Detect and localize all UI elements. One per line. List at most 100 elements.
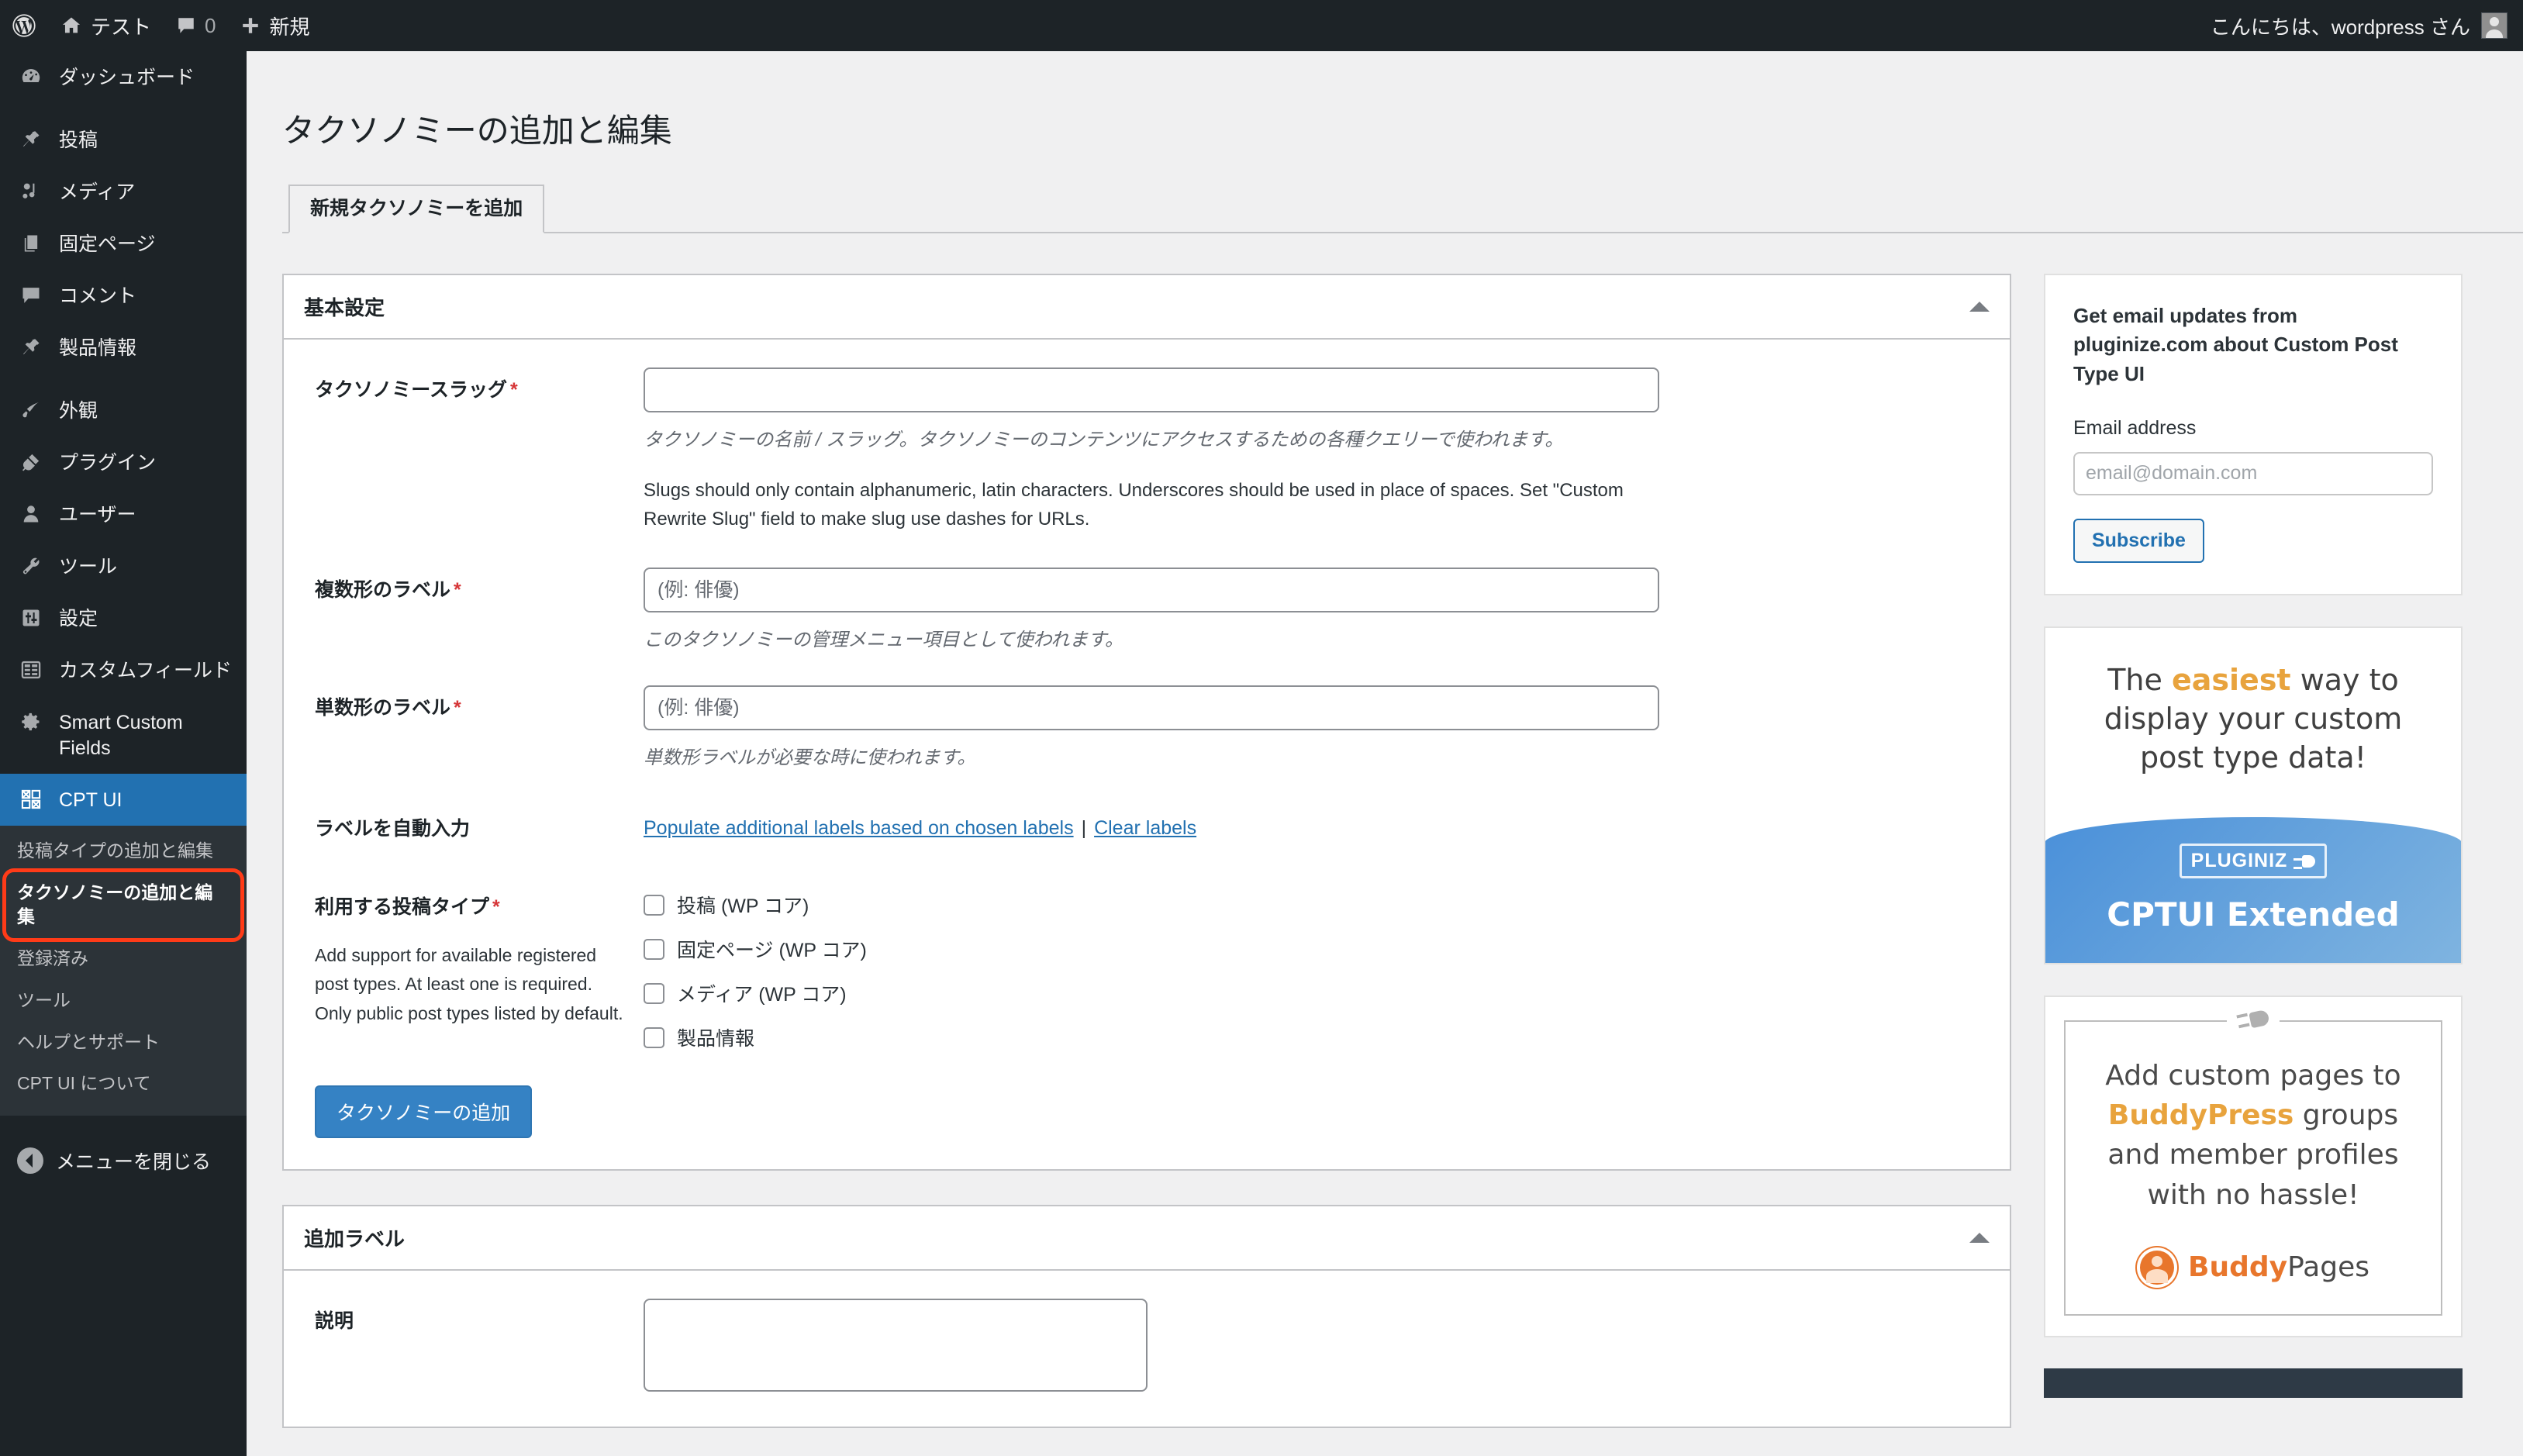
singular-label-desc: 単数形ラベルが必要な時に使われます。	[644, 747, 976, 769]
additional-labels-body: 説明	[284, 1271, 2010, 1427]
columns-wrapper: 基本設定 タクソノミースラッグ * タクソノミーの名前 / スラッグ。タクソノミー…	[247, 233, 2523, 1456]
clear-labels-link[interactable]: Clear labels	[1094, 817, 1196, 839]
sidebar-item-settings[interactable]: 設定	[0, 592, 247, 644]
sidebar-item-cpt-ui[interactable]: CPT UI	[0, 774, 247, 826]
buddypages-ad-headline: Add custom pages to BuddyPress groups an…	[2086, 1056, 2421, 1214]
sidebar-item-plugins[interactable]: プラグイン	[0, 436, 247, 488]
required-marker: *	[454, 697, 461, 719]
populate-labels-link[interactable]: Populate additional labels based on chos…	[644, 817, 1074, 839]
submenu-item-help-support[interactable]: ヘルプとサポート	[0, 1022, 247, 1064]
field-row-description: 説明	[304, 1299, 1990, 1396]
checkbox-label: 投稿 (WP コア)	[677, 895, 809, 918]
paintbrush-icon	[16, 397, 47, 423]
sidebar-item-appearance[interactable]: 外観	[0, 385, 247, 436]
checkbox-product-info[interactable]	[644, 1026, 664, 1048]
sidebar-item-posts[interactable]: 投稿	[0, 114, 247, 166]
autofill-labels-control: Populate additional labels based on chos…	[644, 806, 1990, 840]
checkbox-row-post[interactable]: 投稿 (WP コア)	[644, 891, 1990, 919]
pluginize-wordmark: PLUGINIZ	[2190, 850, 2288, 872]
admin-bar-left: テスト 0 新規	[0, 0, 323, 51]
sidebar-item-label: ダッシュボード	[59, 67, 195, 88]
subscribe-button[interactable]: Subscribe	[2073, 518, 2204, 563]
description-textarea[interactable]	[644, 1299, 1148, 1392]
checkbox-row-page[interactable]: 固定ページ (WP コア)	[644, 935, 1990, 963]
buddypages-logo: BuddyPages	[2086, 1247, 2421, 1288]
pages-icon	[16, 230, 47, 257]
submenu-item-post-types[interactable]: 投稿タイプの追加と編集	[0, 830, 247, 872]
post-types-description: Add support for available registered pos…	[315, 945, 623, 1023]
avatar	[2481, 12, 2507, 39]
main-column: 基本設定 タクソノミースラッグ * タクソノミーの名前 / スラッグ。タクソノミー…	[282, 273, 2011, 1456]
submenu-item-tools[interactable]: ツール	[0, 980, 247, 1022]
basic-settings-panel: 基本設定 タクソノミースラッグ * タクソノミーの名前 / スラッグ。タクソノミー…	[282, 273, 2011, 1171]
sidebar-item-product-info[interactable]: 製品情報	[0, 322, 247, 374]
buddypages-icon	[2137, 1247, 2177, 1288]
new-content-menu[interactable]: 新規	[228, 0, 322, 51]
sidebar-item-label: 固定ページ	[59, 233, 156, 255]
post-types-label: 利用する投稿タイプ * Add support for available reg…	[304, 885, 644, 1028]
sidebar-item-comments[interactable]: コメント	[0, 270, 247, 322]
submenu-item-taxonomies[interactable]: タクソノミーの追加と編集	[2, 868, 244, 943]
sidebar-item-label: 投稿	[59, 129, 98, 151]
pin-icon	[16, 334, 47, 361]
home-icon	[60, 15, 82, 36]
submit-row: タクソノミーの追加	[304, 1085, 1990, 1139]
sidebar-item-custom-fields[interactable]: カスタムフィールド	[0, 644, 247, 696]
checkbox-row-product-info[interactable]: 製品情報	[644, 1023, 1990, 1051]
buddypages-ad[interactable]: Add custom pages to BuddyPress groups an…	[2044, 995, 2463, 1337]
buddypages-wordmark: BuddyPages	[2188, 1251, 2369, 1284]
sidebar-item-label: 外観	[59, 400, 98, 422]
chevron-up-icon[interactable]	[1969, 301, 1990, 312]
content-area: タクソノミーの追加と編集 新規タクソノミーを追加 基本設定 タクソノミースラッグ…	[247, 51, 2523, 1456]
ad-line2: display your custom	[2104, 701, 2403, 736]
buddy-line4: with no hassle!	[2147, 1178, 2359, 1211]
description-control	[644, 1299, 1990, 1396]
dashboard-icon	[16, 64, 47, 90]
required-marker: *	[492, 896, 500, 919]
sidebar-item-smart-custom-fields[interactable]: Smart Custom Fields	[0, 696, 247, 774]
cptui-extended-ad[interactable]: The easiest way to display your custom p…	[2044, 626, 2463, 965]
sidebar-item-dashboard[interactable]: ダッシュボード	[0, 51, 247, 103]
submenu-item-registered[interactable]: 登録済み	[0, 938, 247, 980]
sidebar-item-label: CPT UI	[59, 789, 123, 811]
cptui-ad-headline: The easiest way to display your custom p…	[2045, 628, 2461, 817]
taxonomy-slug-input[interactable]	[644, 367, 1659, 412]
sidebar-item-label: ユーザー	[59, 504, 136, 526]
ad-line1-part3: way to	[2290, 662, 2399, 697]
sidebar-item-label: 設定	[59, 608, 98, 630]
sidebar-item-users[interactable]: ユーザー	[0, 488, 247, 540]
settings-sliders-icon	[16, 605, 47, 631]
singular-label-input[interactable]	[644, 685, 1659, 731]
comments-menu[interactable]: 0	[164, 0, 228, 51]
checkbox-page[interactable]	[644, 938, 664, 960]
tab-add-new-taxonomy[interactable]: 新規タクソノミーを追加	[288, 184, 545, 233]
plug-icon	[16, 449, 47, 475]
link-separator: |	[1081, 817, 1087, 840]
add-taxonomy-button[interactable]: タクソノミーの追加	[315, 1085, 533, 1139]
admin-bar-right[interactable]: こんにちは、wordpress さん	[2211, 12, 2523, 40]
sidebar-item-media[interactable]: メディア	[0, 166, 247, 218]
sidebar-item-pages[interactable]: 固定ページ	[0, 218, 247, 270]
wordpress-logo-menu[interactable]	[0, 0, 48, 51]
email-field[interactable]	[2073, 451, 2433, 495]
sidebar-item-tools[interactable]: ツール	[0, 540, 247, 592]
ad-line1-part1: The	[2107, 662, 2172, 697]
plural-label-label: 複数形のラベル *	[315, 579, 461, 602]
page-title: タクソノミーの追加と編集	[282, 112, 672, 150]
checkbox-post[interactable]	[644, 894, 664, 916]
buddy-brand-inline: BuddyPress	[2107, 1099, 2294, 1132]
plug-icon	[2293, 854, 2316, 869]
greeting-label: こんにちは、wordpress さん	[2210, 15, 2470, 39]
subscribe-title: Get email updates from pluginize.com abo…	[2073, 303, 2398, 386]
taxonomy-slug-desc-en: Slugs should only contain alphanumeric, …	[644, 479, 1624, 530]
collapse-menu-button[interactable]: メニューを閉じる	[0, 1133, 247, 1189]
checkbox-row-media[interactable]: メディア (WP コア)	[644, 979, 1990, 1007]
submenu-item-about-cpt-ui[interactable]: CPT UI について	[0, 1063, 247, 1105]
admin-bar: テスト 0 新規 こんにちは、wordpress さん	[0, 0, 2523, 51]
sidebar-item-label: ツール	[59, 556, 118, 578]
media-icon	[16, 178, 47, 205]
chevron-up-icon[interactable]	[1969, 1233, 1990, 1244]
plural-label-input[interactable]	[644, 568, 1659, 613]
checkbox-media[interactable]	[644, 982, 664, 1004]
site-name-menu[interactable]: テスト	[48, 0, 164, 51]
